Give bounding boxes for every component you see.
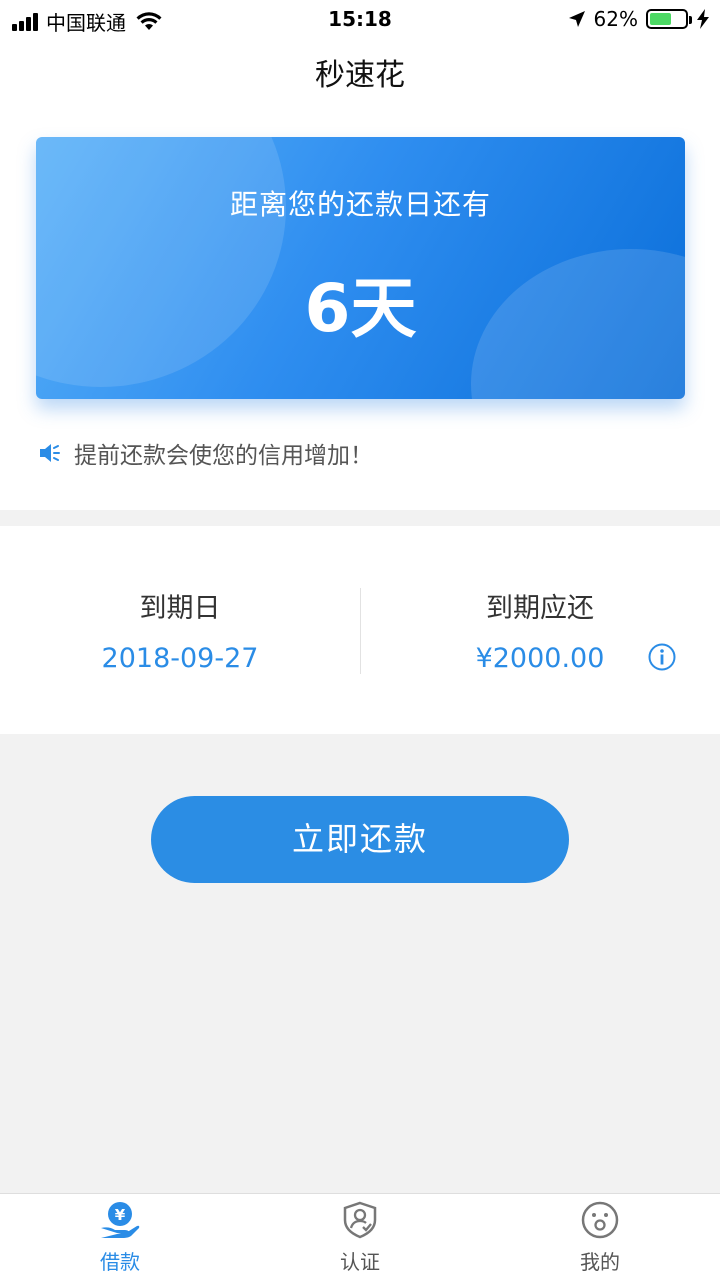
due-date-value: 2018-09-27 [101,643,259,674]
loan-hand-yen-icon: ¥ [101,1202,140,1238]
speaker-icon [40,444,60,462]
countdown-card: 距离您的还款日还有 6天 [36,137,685,399]
amount-due-label: 到期应还 [486,593,594,624]
battery-icon [646,9,692,29]
repay-now-button[interactable]: 立即还款 [151,796,569,883]
due-date-label: 到期日 [139,593,221,624]
face-icon [581,1201,619,1239]
page-title: 秒速花 [315,58,405,93]
notice-bar: 提前还款会使您的信用增加！ [38,436,373,470]
tab-mine[interactable]: 我的 [480,1200,720,1275]
shield-user-icon [343,1201,377,1239]
tab-bar: ¥ 借款 认证 我的 [0,1193,720,1280]
countdown-days: 6天 [304,270,417,347]
info-circle-icon [648,643,676,671]
tab-label-loan: 借款 [100,1250,140,1274]
notice-text: 提前还款会使您的信用增加！ [74,443,373,469]
tab-label-verify: 认证 [340,1250,380,1274]
repayment-info: 到期日 2018-09-27 到期应还 ¥2000.00 [0,526,720,734]
due-date-block: 到期日 2018-09-27 [0,586,360,674]
battery-fill [650,13,672,25]
tab-label-mine: 我的 [580,1250,620,1274]
location-arrow-icon [568,11,585,27]
battery-percent: 62% [593,7,638,31]
tab-verify[interactable]: 认证 [240,1200,480,1275]
countdown-label: 距离您的还款日还有 [229,188,491,221]
status-bar: 中国联通 15:18 62% [0,0,720,40]
amount-info-button[interactable] [648,643,676,675]
svg-text:¥: ¥ [115,1206,126,1224]
charging-bolt-icon [697,9,709,29]
tab-loan[interactable]: ¥ 借款 [0,1200,240,1275]
